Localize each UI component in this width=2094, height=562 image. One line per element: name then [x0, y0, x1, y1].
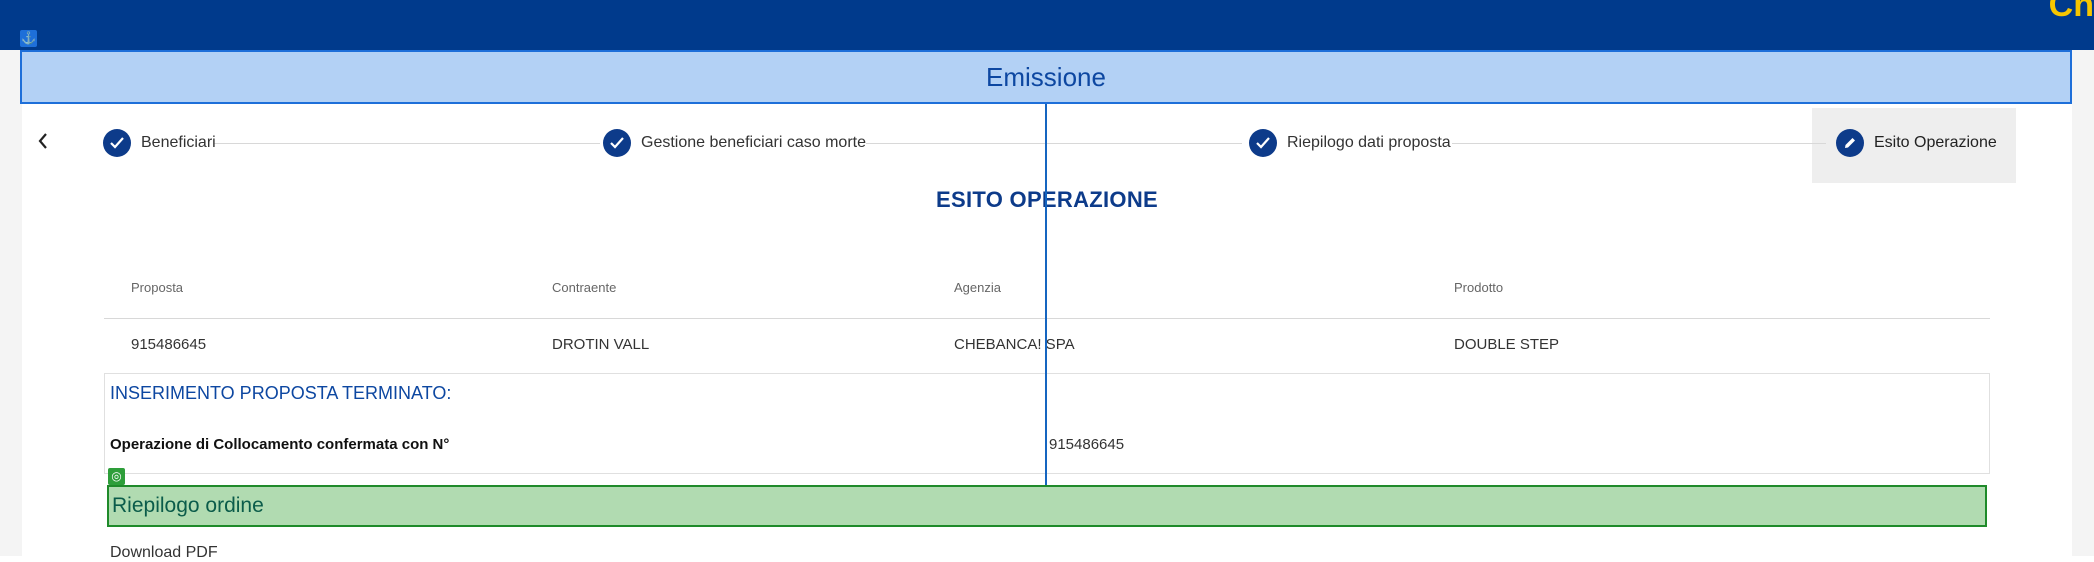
brand-logo: Ch [2048, 0, 2094, 24]
cell-agenzia: CHEBANCA! SPA [954, 336, 1075, 353]
riepilogo-ordine-header: Riepilogo ordine [107, 485, 1987, 527]
step-beneficiari[interactable]: Beneficiari [103, 127, 216, 159]
cell-prodotto: DOUBLE STEP [1454, 336, 1560, 353]
stepper-connector [1452, 143, 1826, 144]
step-label: Beneficiari [141, 134, 216, 151]
result-label: Operazione di Collocamento confermata co… [110, 436, 450, 453]
result-title: INSERIMENTO PROPOSTA TERMINATO: [110, 383, 452, 403]
column-header-prodotto: Prodotto [1454, 280, 1504, 295]
step-label: Gestione beneficiari caso morte [641, 134, 866, 151]
table-divider [104, 318, 1990, 319]
step-esito-operazione[interactable]: Esito Operazione [1836, 127, 1997, 159]
page-title: ESITO OPERAZIONE [936, 187, 1158, 212]
cell-contraente: DROTIN VALL [552, 336, 650, 353]
check-icon [603, 129, 631, 157]
step-gestione-beneficiari[interactable]: Gestione beneficiari caso morte [603, 127, 866, 159]
step-label: Esito Operazione [1874, 134, 1997, 151]
emissione-header: Emissione [20, 50, 2072, 104]
pencil-icon [1836, 129, 1864, 157]
back-button[interactable] [36, 130, 56, 156]
check-icon [1249, 129, 1277, 157]
result-value: 915486645 [1049, 436, 1125, 453]
download-pdf-link[interactable]: Download PDF [110, 544, 218, 562]
anchor-icon: ⚓ [20, 30, 37, 47]
step-riepilogo-dati[interactable]: Riepilogo dati proposta [1249, 127, 1451, 159]
top-navbar: Ch [0, 0, 2094, 50]
column-header-proposta: Proposta [131, 280, 184, 295]
column-header-contraente: Contraente [552, 280, 617, 295]
column-header-agenzia: Agenzia [954, 280, 1001, 295]
step-label: Riepilogo dati proposta [1287, 134, 1451, 151]
guide-line [1045, 104, 1047, 487]
right-gutter [2072, 50, 2094, 556]
stepper-connector [214, 143, 600, 144]
target-icon: ◎ [108, 468, 125, 485]
stepper-connector [866, 143, 1242, 144]
check-icon [103, 129, 131, 157]
cell-proposta: 915486645 [131, 336, 207, 353]
chevron-left-icon [38, 133, 47, 149]
left-gutter [0, 50, 22, 556]
